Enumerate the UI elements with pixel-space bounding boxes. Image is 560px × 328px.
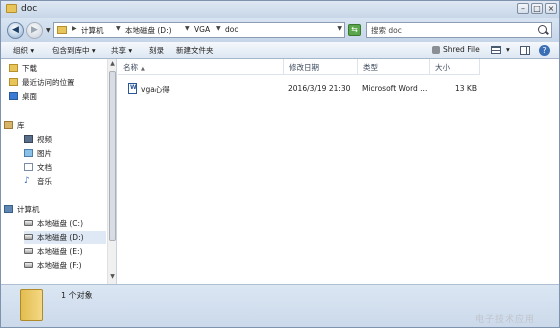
navigation-pane: 下载 最近访问的位置 桌面 库 视频 图片 文档 ♪ 音乐 计算机 本地磁盘 (… xyxy=(1,59,117,284)
recent-pages-dropdown[interactable]: ▼ xyxy=(46,27,51,34)
word-document-icon xyxy=(128,83,137,94)
minimize-button[interactable]: – xyxy=(517,3,529,14)
documents-library-icon xyxy=(24,163,33,171)
folder-icon xyxy=(57,26,67,34)
preview-pane-icon[interactable] xyxy=(520,46,530,55)
watermark: 电子技术应用 xyxy=(475,315,536,325)
command-bar: 组织 ▾ 包含到库中 ▾ 共享 ▾ 刻录 新建文件夹 Shred File ▾ … xyxy=(1,42,559,59)
sidebar-item-drive-d[interactable]: 本地磁盘 (D:) xyxy=(24,231,106,244)
column-header-modified[interactable]: 修改日期 xyxy=(284,59,358,75)
scroll-up-arrow[interactable]: ▲ xyxy=(108,60,116,69)
drive-icon xyxy=(24,248,33,254)
search-input[interactable]: 搜索 doc xyxy=(371,25,402,36)
file-list: 名称▲ 修改日期 类型 大小 vga心得 2016/3/19 21:30 Mic… xyxy=(118,59,559,284)
sidebar-item-label: 视频 xyxy=(37,135,52,144)
video-library-icon xyxy=(24,135,33,143)
music-library-icon: ♪ xyxy=(24,176,30,186)
title-bar[interactable]: doc – □ × xyxy=(1,1,559,18)
sidebar-item-label: 本地磁盘 (F:) xyxy=(37,261,82,270)
window-title: doc xyxy=(21,4,38,14)
scroll-down-arrow[interactable]: ▼ xyxy=(108,273,116,282)
sidebar-item-label: 下载 xyxy=(22,64,37,73)
sidebar-item-label: 文档 xyxy=(37,163,52,172)
share-button[interactable]: 共享 ▾ xyxy=(111,45,132,56)
drive-icon xyxy=(24,262,33,268)
item-count: 1 个对象 xyxy=(61,291,93,300)
new-folder-button[interactable]: 新建文件夹 xyxy=(176,45,214,56)
sidebar-item-label: 图片 xyxy=(37,149,52,158)
navigation-bar: ◀ ▶ ▼ ▶ 计算机 ▼ 本地磁盘 (D:) ▼ VGA ▼ doc ▼ ⇆ … xyxy=(1,18,559,42)
view-dropdown-arrow[interactable]: ▾ xyxy=(506,45,510,54)
sidebar-item-label: 本地磁盘 (D:) xyxy=(37,233,84,242)
close-button[interactable]: × xyxy=(545,3,557,14)
search-box[interactable]: 搜索 doc xyxy=(366,22,552,38)
scrollbar-thumb[interactable] xyxy=(109,71,116,241)
breadcrumb-drive-d[interactable]: 本地磁盘 (D:) xyxy=(125,25,172,36)
folder-icon xyxy=(20,289,43,321)
file-row[interactable]: vga心得 2016/3/19 21:30 Microsoft Word ...… xyxy=(118,82,559,96)
breadcrumb-doc[interactable]: doc xyxy=(225,25,238,34)
shred-file-button[interactable]: Shred File xyxy=(443,45,480,54)
burn-button[interactable]: 刻录 xyxy=(149,45,164,56)
address-history-dropdown[interactable]: ▼ xyxy=(337,25,342,32)
breadcrumb-separator[interactable]: ▶ xyxy=(72,25,77,32)
explorer-window: doc – □ × ◀ ▶ ▼ ▶ 计算机 ▼ 本地磁盘 (D:) ▼ VGA … xyxy=(0,0,560,328)
search-icon[interactable] xyxy=(538,25,547,34)
file-size: 13 KB xyxy=(455,84,477,93)
column-header-name[interactable]: 名称 ▲ xyxy=(118,59,284,75)
sidebar-item-label: 最近访问的位置 xyxy=(22,78,75,87)
shredder-icon xyxy=(432,46,440,54)
sort-ascending-icon: ▲ xyxy=(141,66,145,72)
download-folder-icon xyxy=(9,64,18,72)
organize-button[interactable]: 组织 ▾ xyxy=(13,45,34,56)
address-bar[interactable]: ▶ 计算机 ▼ 本地磁盘 (D:) ▼ VGA ▼ doc ▼ xyxy=(53,22,345,38)
breadcrumb-separator[interactable]: ▼ xyxy=(185,25,190,32)
column-header-label: 名称 xyxy=(123,63,138,72)
file-modified: 2016/3/19 21:30 xyxy=(288,84,351,93)
sidebar-scrollbar[interactable]: ▲ ▼ xyxy=(107,59,116,284)
column-header-label: 大小 xyxy=(435,63,450,72)
sidebar-item-label: 本地磁盘 (E:) xyxy=(37,247,83,256)
help-icon[interactable]: ? xyxy=(539,45,550,56)
sidebar-item-label: 本地磁盘 (C:) xyxy=(37,219,83,228)
sidebar-item-label: 计算机 xyxy=(17,205,40,214)
file-type: Microsoft Word ... xyxy=(362,84,428,93)
column-header-label: 类型 xyxy=(363,63,378,72)
column-header-size[interactable]: 大小 xyxy=(430,59,480,75)
back-button[interactable]: ◀ xyxy=(7,22,24,39)
recent-places-icon xyxy=(9,78,18,86)
pictures-library-icon xyxy=(24,149,33,157)
sidebar-item-label: 桌面 xyxy=(22,92,37,101)
computer-icon xyxy=(4,205,13,213)
sidebar-item-label: 库 xyxy=(17,121,25,130)
forward-button[interactable]: ▶ xyxy=(26,22,43,39)
view-options-icon[interactable] xyxy=(491,46,501,54)
file-name: vga心得 xyxy=(141,85,170,94)
breadcrumb-vga[interactable]: VGA xyxy=(194,25,210,34)
column-header-type[interactable]: 类型 xyxy=(358,59,430,75)
breadcrumb-computer[interactable]: 计算机 xyxy=(81,25,104,36)
breadcrumb-separator[interactable]: ▼ xyxy=(116,25,121,32)
drive-icon xyxy=(24,220,33,226)
sidebar-item-label: 音乐 xyxy=(37,177,52,186)
drive-icon xyxy=(24,234,33,240)
breadcrumb-separator[interactable]: ▼ xyxy=(216,25,221,32)
libraries-icon xyxy=(4,121,13,129)
column-header-label: 修改日期 xyxy=(289,63,319,72)
refresh-button[interactable]: ⇆ xyxy=(348,24,361,36)
maximize-button[interactable]: □ xyxy=(531,3,543,14)
include-in-library-button[interactable]: 包含到库中 ▾ xyxy=(52,45,96,56)
desktop-icon xyxy=(9,92,18,100)
folder-icon xyxy=(6,4,17,13)
content-area: 下载 最近访问的位置 桌面 库 视频 图片 文档 ♪ 音乐 计算机 本地磁盘 (… xyxy=(1,59,559,284)
